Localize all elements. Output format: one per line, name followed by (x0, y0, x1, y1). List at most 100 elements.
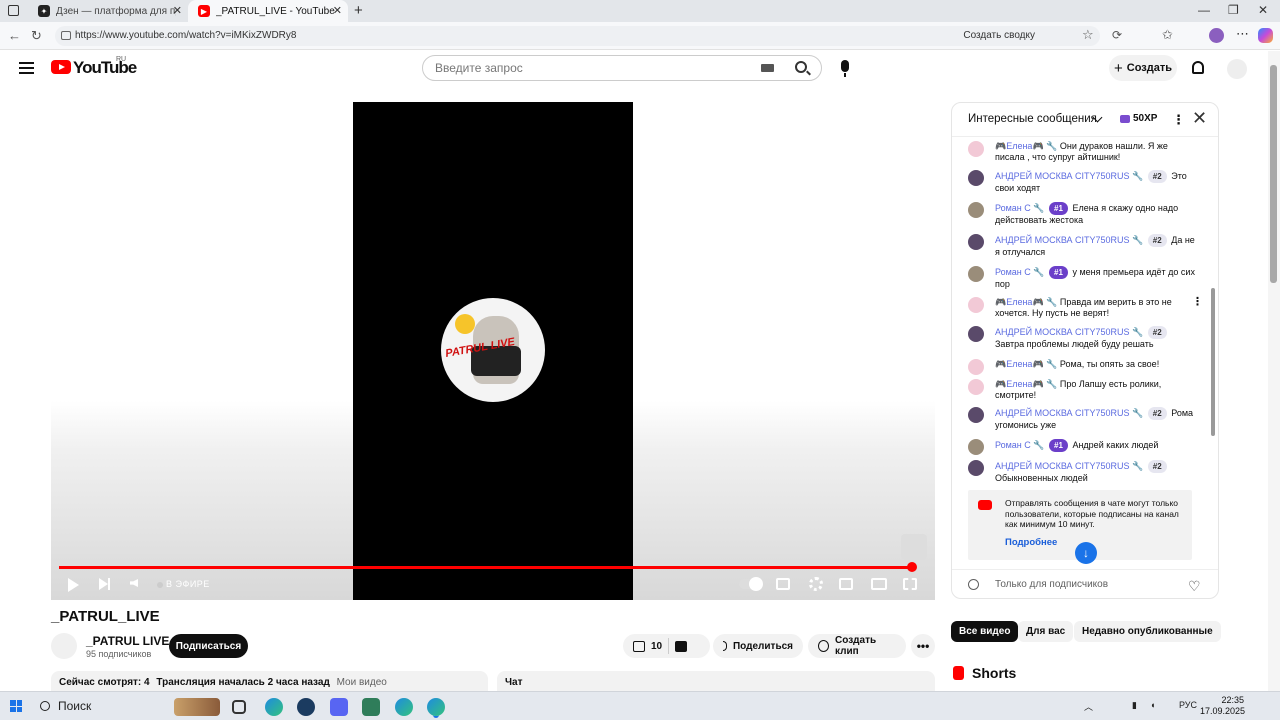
windows-start-icon[interactable] (10, 700, 22, 712)
avatar[interactable] (968, 266, 984, 282)
message-author[interactable]: АНДРЕЙ МОСКВА CITY750RUS (995, 171, 1130, 181)
progress-scrubber[interactable] (907, 562, 917, 572)
channel-name[interactable]: _PATRUL LIVE (86, 634, 169, 648)
back-icon[interactable]: ← (8, 28, 21, 43)
chat-mode-title[interactable]: Интересные сообщения (968, 113, 1097, 125)
more-vert-icon[interactable]: ⋮ (1172, 112, 1185, 128)
avatar[interactable] (968, 460, 984, 476)
create-clip-button[interactable]: Создать клип (808, 634, 906, 658)
chip-for-you[interactable]: Для вас (1018, 621, 1074, 642)
notifications-bell-icon[interactable] (1192, 61, 1204, 74)
microphone-icon[interactable] (841, 60, 849, 77)
star-icon[interactable]: ☆ (1082, 27, 1094, 43)
message-author[interactable]: АНДРЕЙ МОСКВА CITY750RUS (995, 408, 1130, 418)
reload-icon[interactable]: ↻ (31, 28, 42, 44)
address-bar[interactable]: https://www.youtube.com/watch?v=iMKixZWD… (55, 26, 1100, 46)
message-author[interactable]: 🎮Елена🎮 (995, 141, 1044, 151)
tab-dzen[interactable]: ✦ Дзен — платформа для просмо ✕ (28, 0, 188, 22)
video-frame[interactable]: PATRUL LIVE (353, 102, 633, 600)
copilot-icon[interactable] (1258, 28, 1273, 43)
keyboard-icon[interactable] (761, 64, 774, 72)
page-scrollbar-thumb[interactable] (1270, 65, 1277, 283)
youtube-logo-text[interactable]: YouTube (73, 58, 137, 78)
live-label[interactable]: В ЭФИРЕ (166, 579, 210, 589)
settings-gear-icon[interactable] (809, 577, 823, 591)
info-icon[interactable] (968, 579, 979, 590)
volume-icon[interactable]: ◖ (1150, 700, 1155, 710)
fullscreen-icon[interactable] (903, 578, 917, 590)
subtitles-icon[interactable] (776, 578, 790, 590)
message-author[interactable]: 🎮Елена🎮 (995, 379, 1044, 389)
progress-bar[interactable] (59, 566, 912, 569)
avatar[interactable] (968, 326, 984, 342)
window-close-icon[interactable]: ✕ (1258, 3, 1268, 17)
search-input[interactable] (423, 56, 743, 80)
discord-icon[interactable] (330, 698, 348, 716)
share-button[interactable]: Поделиться (713, 634, 803, 658)
maximize-icon[interactable]: ❐ (1228, 3, 1239, 17)
site-info-icon[interactable] (61, 31, 71, 40)
youtube-logo-icon[interactable] (51, 60, 71, 74)
avatar[interactable] (968, 170, 984, 186)
app-icon[interactable] (362, 698, 380, 716)
chat-scrollbar[interactable] (1211, 143, 1215, 563)
channel-watermark[interactable] (901, 534, 927, 560)
close-tab-icon[interactable]: ✕ (173, 4, 182, 17)
xp-badge[interactable]: 50XP (1120, 113, 1157, 124)
next-icon[interactable] (99, 578, 110, 590)
edge-icon[interactable] (395, 698, 413, 716)
new-tab-icon[interactable]: + (354, 2, 363, 19)
avatar[interactable] (968, 141, 984, 157)
close-tab-icon[interactable]: ✕ (333, 4, 342, 17)
network-icon[interactable]: ▮ (1132, 700, 1137, 711)
taskbar-search-art-icon[interactable] (174, 698, 220, 716)
create-summary-button[interactable]: Создать сводку (963, 26, 1035, 46)
avatar[interactable] (968, 297, 984, 313)
menu-icon[interactable]: ⋯ (1236, 26, 1249, 42)
close-chat-icon[interactable]: ✕ (1192, 108, 1207, 129)
message-author[interactable]: АНДРЕЙ МОСКВА CITY750RUS (995, 461, 1130, 471)
hamburger-menu-icon[interactable] (19, 62, 34, 74)
heart-icon[interactable]: ♡ (1188, 578, 1201, 595)
video-player[interactable]: PATRUL LIVE В ЭФИРЕ (51, 102, 935, 600)
avatar[interactable] (968, 234, 984, 250)
minimize-icon[interactable]: — (1198, 3, 1210, 17)
taskbar-clock[interactable]: 22:35 17.09.2025 (1200, 695, 1245, 717)
chat-replay-bar[interactable]: Чат (497, 671, 935, 693)
profile-icon[interactable] (1209, 28, 1224, 43)
chat-scrollbar-thumb[interactable] (1211, 288, 1215, 436)
avatar[interactable] (968, 407, 984, 423)
description-box[interactable]: Сейчас смотрят: 4 Трансляция началась 2 … (51, 671, 488, 693)
volume-icon[interactable] (130, 579, 138, 587)
extension-icon[interactable]: ⟳ (1112, 28, 1122, 42)
tray-chevron-icon[interactable]: ︿ (1084, 700, 1093, 713)
favorites-icon[interactable]: ✩ (1162, 27, 1173, 43)
task-view-icon[interactable] (232, 700, 246, 714)
more-actions-button[interactable]: ••• (911, 634, 935, 658)
avatar[interactable] (968, 379, 984, 395)
play-icon[interactable] (68, 578, 79, 592)
avatar[interactable] (968, 202, 984, 218)
avatar[interactable] (968, 439, 984, 455)
create-button[interactable]: + Создать (1109, 55, 1177, 81)
steam-icon[interactable] (297, 698, 315, 716)
message-menu-icon[interactable]: ⋮ (1192, 297, 1203, 308)
subscribe-button[interactable]: Подписаться (169, 634, 248, 658)
message-author[interactable]: АНДРЕЙ МОСКВА CITY750RUS (995, 235, 1130, 245)
message-author[interactable]: Роман С (995, 203, 1031, 213)
miniplayer-icon[interactable] (839, 578, 853, 590)
dislike-icon[interactable] (675, 640, 688, 652)
my-videos-link[interactable]: Мои видео (337, 677, 387, 688)
tab-youtube[interactable]: ▶ _PATRUL_LIVE - YouTube ✕ (188, 0, 348, 22)
like-icon[interactable] (633, 640, 645, 652)
message-author[interactable]: Роман С (995, 440, 1031, 450)
message-author[interactable]: Роман С (995, 267, 1031, 277)
message-author[interactable]: АНДРЕЙ МОСКВА CITY750RUS (995, 327, 1130, 337)
autoplay-toggle-icon[interactable] (739, 577, 763, 591)
message-author[interactable]: 🎮Елена🎮 (995, 297, 1044, 307)
theater-mode-icon[interactable] (871, 578, 887, 590)
like-count[interactable]: 10 (651, 641, 662, 652)
edge-icon[interactable] (265, 698, 283, 716)
chip-all-videos[interactable]: Все видео (951, 621, 1019, 642)
message-author[interactable]: 🎮Елена🎮 (995, 359, 1044, 369)
